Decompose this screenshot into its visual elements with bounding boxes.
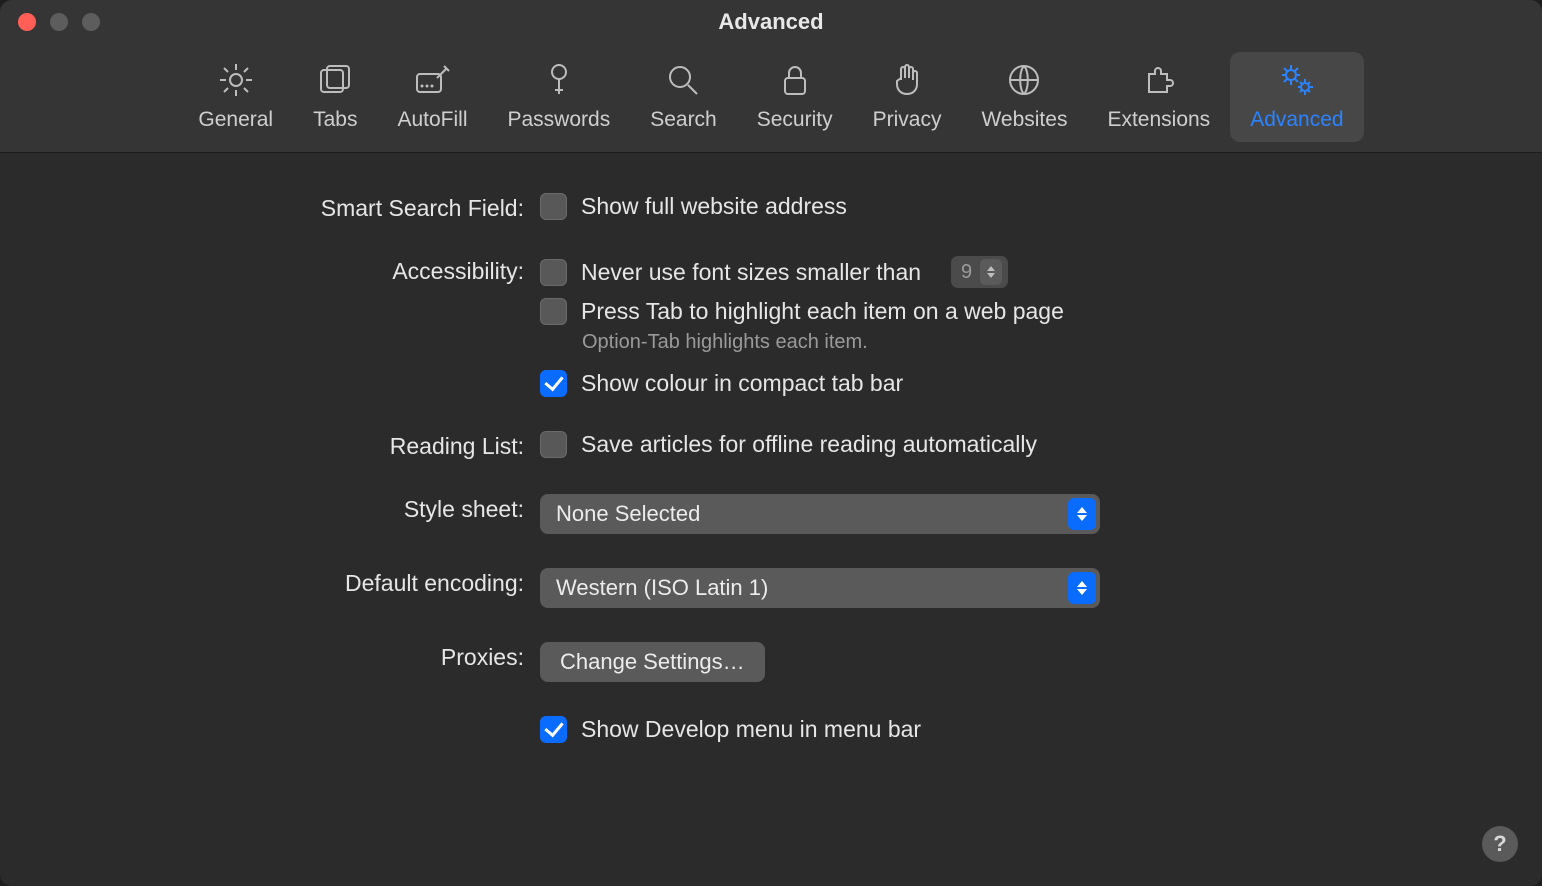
offline-reading-checkbox[interactable] bbox=[540, 431, 567, 458]
tab-label: Advanced bbox=[1250, 108, 1343, 132]
tabs-icon bbox=[315, 60, 355, 100]
style-sheet-value: None Selected bbox=[556, 501, 700, 527]
min-font-size-label: Never use font sizes smaller than bbox=[581, 259, 921, 286]
zoom-window-button[interactable] bbox=[82, 13, 100, 31]
min-font-size-checkbox[interactable] bbox=[540, 259, 567, 286]
advanced-pane: Smart Search Field: Show full website ad… bbox=[0, 153, 1542, 885]
tab-tabs[interactable]: Tabs bbox=[293, 52, 377, 142]
tab-websites[interactable]: Websites bbox=[961, 52, 1087, 142]
help-button[interactable]: ? bbox=[1482, 826, 1518, 862]
tab-advanced[interactable]: Advanced bbox=[1230, 52, 1363, 142]
smart-search-label: Smart Search Field: bbox=[60, 193, 540, 222]
default-encoding-value: Western (ISO Latin 1) bbox=[556, 575, 768, 601]
help-icon: ? bbox=[1493, 831, 1506, 857]
develop-menu-checkbox[interactable] bbox=[540, 716, 567, 743]
tab-highlight-hint: Option-Tab highlights each item. bbox=[582, 331, 1482, 354]
gear-icon bbox=[216, 60, 256, 100]
search-icon bbox=[663, 60, 703, 100]
tab-label: Extensions bbox=[1107, 108, 1210, 132]
compact-colour-label: Show colour in compact tab bar bbox=[581, 370, 903, 397]
min-font-size-value: 9 bbox=[961, 261, 972, 284]
tab-label: Tabs bbox=[313, 108, 357, 132]
lock-icon bbox=[775, 60, 815, 100]
style-sheet-select[interactable]: None Selected bbox=[540, 494, 1100, 534]
titlebar: Advanced bbox=[0, 0, 1542, 44]
tab-label: General bbox=[198, 108, 273, 132]
show-full-address-label: Show full website address bbox=[581, 193, 847, 220]
min-font-size-stepper[interactable]: 9 bbox=[951, 256, 1008, 288]
tab-label: AutoFill bbox=[397, 108, 467, 132]
show-full-address-checkbox[interactable] bbox=[540, 193, 567, 220]
select-arrows-icon bbox=[1068, 572, 1096, 604]
accessibility-label: Accessibility: bbox=[60, 256, 540, 285]
change-proxy-settings-button[interactable]: Change Settings… bbox=[540, 642, 765, 682]
tab-autofill[interactable]: AutoFill bbox=[377, 52, 487, 142]
close-window-button[interactable] bbox=[18, 13, 36, 31]
compact-colour-checkbox[interactable] bbox=[540, 370, 567, 397]
tab-label: Passwords bbox=[508, 108, 611, 132]
develop-menu-label: Show Develop menu in menu bar bbox=[581, 716, 921, 743]
stepper-arrows-icon bbox=[980, 259, 1002, 285]
reading-list-label: Reading List: bbox=[60, 431, 540, 460]
tab-label: Websites bbox=[981, 108, 1067, 132]
traffic-lights bbox=[0, 13, 100, 31]
gears-icon bbox=[1277, 60, 1317, 100]
default-encoding-select[interactable]: Western (ISO Latin 1) bbox=[540, 568, 1100, 608]
offline-reading-label: Save articles for offline reading automa… bbox=[581, 431, 1037, 458]
tab-security[interactable]: Security bbox=[737, 52, 853, 142]
tab-extensions[interactable]: Extensions bbox=[1087, 52, 1230, 142]
tab-passwords[interactable]: Passwords bbox=[488, 52, 631, 142]
tab-highlight-label: Press Tab to highlight each item on a we… bbox=[581, 298, 1064, 325]
preferences-toolbar: General Tabs AutoFill Passwords Search bbox=[0, 44, 1542, 153]
tab-label: Search bbox=[650, 108, 717, 132]
preferences-window: Advanced General Tabs AutoFill Passwords bbox=[0, 0, 1542, 886]
hand-icon bbox=[887, 60, 927, 100]
proxies-label: Proxies: bbox=[60, 642, 540, 671]
default-encoding-label: Default encoding: bbox=[60, 568, 540, 597]
tab-label: Security bbox=[757, 108, 833, 132]
globe-icon bbox=[1004, 60, 1044, 100]
tab-highlight-checkbox[interactable] bbox=[540, 298, 567, 325]
puzzle-icon bbox=[1139, 60, 1179, 100]
tab-label: Privacy bbox=[873, 108, 942, 132]
tab-general[interactable]: General bbox=[178, 52, 293, 142]
key-icon bbox=[539, 60, 579, 100]
autofill-icon bbox=[412, 60, 452, 100]
select-arrows-icon bbox=[1068, 498, 1096, 530]
style-sheet-label: Style sheet: bbox=[60, 494, 540, 523]
tab-search[interactable]: Search bbox=[630, 52, 737, 142]
minimize-window-button[interactable] bbox=[50, 13, 68, 31]
window-title: Advanced bbox=[0, 9, 1542, 35]
empty-label bbox=[60, 716, 540, 718]
change-proxy-settings-label: Change Settings… bbox=[560, 649, 745, 675]
tab-privacy[interactable]: Privacy bbox=[853, 52, 962, 142]
